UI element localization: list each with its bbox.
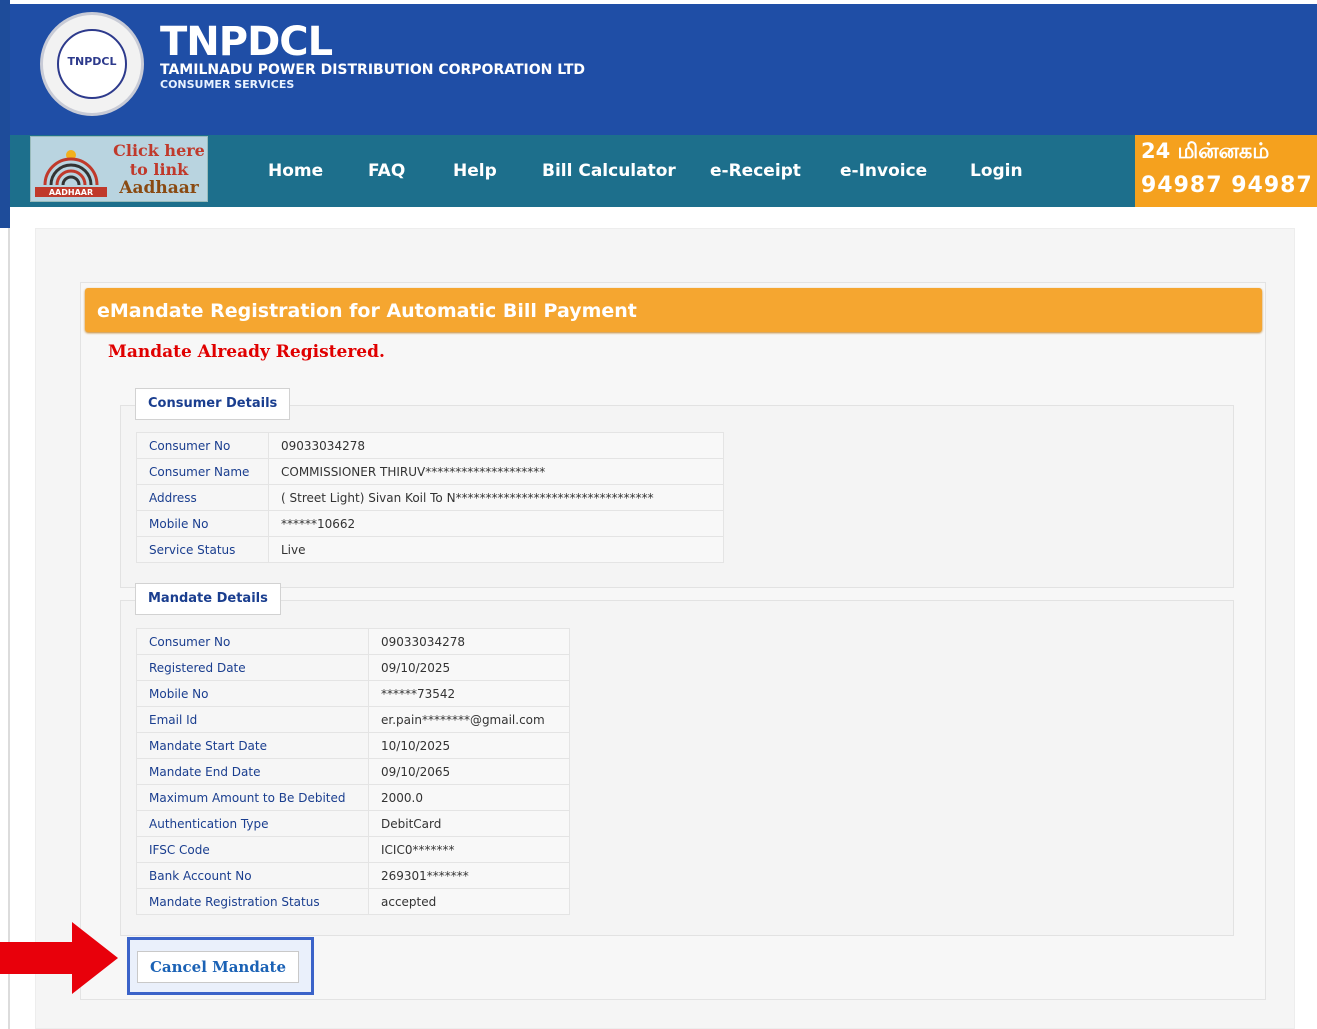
tnpdcl-logo[interactable]: TNPDCL	[40, 12, 144, 116]
mandate-detail-value: DebitCard	[368, 810, 570, 837]
site-header: TNPDCL TNPDCL TAMILNADU POWER DISTRIBUTI…	[10, 4, 1317, 135]
left-border-line	[8, 228, 10, 1029]
mandate-detail-value: accepted	[368, 888, 570, 915]
consumer-detail-row: Consumer Name COMMISSIONER THIRUV********…	[136, 458, 724, 485]
mandate-detail-value: 09033034278	[368, 628, 570, 655]
consumer-detail-value: Live	[268, 536, 724, 563]
aadhaar-line-2: to link	[129, 160, 189, 179]
nav-e-receipt[interactable]: e-Receipt	[710, 161, 801, 181]
brand-name: TNPDCL	[160, 19, 333, 65]
mandate-detail-row: Email Id er.pain********@gmail.com	[136, 706, 570, 733]
aadhaar-icon: AADHAAR	[35, 150, 107, 197]
main-nav: AADHAAR Click here to link Aadhaar Home …	[10, 135, 1317, 207]
aadhaar-logo-caption: AADHAAR	[49, 188, 93, 197]
consumer-detail-value: 09033034278	[268, 432, 724, 459]
mandate-detail-row: Bank Account No 269301*******	[136, 862, 570, 889]
consumer-detail-row: Consumer No 09033034278	[136, 432, 724, 459]
consumer-detail-label: Consumer No	[136, 432, 269, 459]
mandate-detail-row: IFSC Code ICIC0*******	[136, 836, 570, 863]
page-title: eMandate Registration for Automatic Bill…	[97, 300, 637, 322]
helpline-title: 24 மின்னகம்	[1141, 139, 1270, 163]
consumer-detail-label: Mobile No	[136, 510, 269, 537]
brand-subtitle: CONSUMER SERVICES	[160, 78, 295, 91]
left-accent-bar	[0, 0, 10, 228]
status-alert: Mandate Already Registered.	[108, 342, 385, 362]
mandate-detail-value: ******73542	[368, 680, 570, 707]
consumer-detail-value: ( Street Light) Sivan Koil To N*********…	[268, 484, 724, 511]
mandate-detail-row: Consumer No 09033034278	[136, 628, 570, 655]
consumer-detail-value: COMMISSIONER THIRUV********************	[268, 458, 724, 485]
mandate-detail-label: Email Id	[136, 706, 369, 733]
mandate-detail-value: 269301*******	[368, 862, 570, 889]
mandate-detail-label: Mandate End Date	[136, 758, 369, 785]
mandate-detail-label: Mandate Start Date	[136, 732, 369, 759]
nav-home[interactable]: Home	[268, 161, 323, 181]
mandate-detail-label: Mandate Registration Status	[136, 888, 369, 915]
mandate-detail-value: 09/10/2025	[368, 654, 570, 681]
panel-title-bar: eMandate Registration for Automatic Bill…	[85, 288, 1262, 332]
mandate-detail-label: Maximum Amount to Be Debited	[136, 784, 369, 811]
logo-emblem: TNPDCL	[57, 29, 127, 99]
mandate-detail-label: Consumer No	[136, 628, 369, 655]
nav-bill-calculator[interactable]: Bill Calculator	[542, 161, 676, 181]
nav-e-invoice[interactable]: e-Invoice	[840, 161, 927, 181]
mandate-detail-label: Registered Date	[136, 654, 369, 681]
mandate-detail-row: Maximum Amount to Be Debited 2000.0	[136, 784, 570, 811]
aadhaar-line-1: Click here	[113, 141, 205, 160]
consumer-detail-value: ******10662	[268, 510, 724, 537]
mandate-detail-label: Authentication Type	[136, 810, 369, 837]
mandate-details-table: Consumer No 09033034278 Registered Date 09/…	[136, 628, 570, 915]
mandate-detail-value: ICIC0*******	[368, 836, 570, 863]
consumer-details-table: Consumer No 09033034278 Consumer Name COMMI…	[136, 432, 724, 563]
mandate-detail-value: 09/10/2065	[368, 758, 570, 785]
red-arrow-icon	[0, 922, 118, 994]
cancel-mandate-button[interactable]: Cancel Mandate	[137, 951, 299, 983]
nav-login[interactable]: Login	[970, 161, 1023, 181]
mandate-details-legend: Mandate Details	[135, 583, 281, 615]
mandate-detail-row: Registered Date 09/10/2025	[136, 654, 570, 681]
consumer-detail-label: Service Status	[136, 536, 269, 563]
consumer-details-legend: Consumer Details	[135, 388, 291, 420]
mandate-detail-row: Mandate Registration Status accepted	[136, 888, 570, 915]
brand-block: TNPDCL TAMILNADU POWER DISTRIBUTION CORP…	[160, 22, 585, 91]
consumer-detail-label: Address	[136, 484, 269, 511]
mandate-detail-value: 2000.0	[368, 784, 570, 811]
logo-text: TNPDCL	[67, 55, 117, 68]
mandate-detail-row: Authentication Type DebitCard	[136, 810, 570, 837]
aadhaar-link-banner[interactable]: AADHAAR Click here to link Aadhaar	[30, 136, 208, 202]
consumer-detail-row: Service Status Live	[136, 536, 724, 563]
mandate-detail-label: Bank Account No	[136, 862, 369, 889]
consumer-detail-row: Mobile No ******10662	[136, 510, 724, 537]
mandate-detail-row: Mandate Start Date 10/10/2025	[136, 732, 570, 759]
mandate-detail-value: er.pain********@gmail.com	[368, 706, 570, 733]
mandate-detail-value: 10/10/2025	[368, 732, 570, 759]
mandate-detail-label: IFSC Code	[136, 836, 369, 863]
nav-help[interactable]: Help	[453, 161, 497, 181]
mandate-detail-label: Mobile No	[136, 680, 369, 707]
mandate-detail-row: Mandate End Date 09/10/2065	[136, 758, 570, 785]
helpline-number: 94987 94987	[1141, 173, 1313, 198]
aadhaar-link-text: Click here to link Aadhaar	[113, 141, 205, 198]
mandate-detail-row: Mobile No ******73542	[136, 680, 570, 707]
aadhaar-line-3: Aadhaar	[119, 178, 199, 198]
nav-faq[interactable]: FAQ	[368, 161, 405, 181]
consumer-detail-row: Address( Street Light) Sivan Koil To N**…	[136, 484, 724, 511]
helpline-banner[interactable]: 24 மின்னகம் 94987 94987	[1135, 135, 1317, 207]
cancel-mandate-highlight: Cancel Mandate	[127, 937, 314, 995]
consumer-detail-label: Consumer Name	[136, 458, 269, 485]
brand-full-name: TAMILNADU POWER DISTRIBUTION CORPORATION…	[160, 62, 586, 78]
